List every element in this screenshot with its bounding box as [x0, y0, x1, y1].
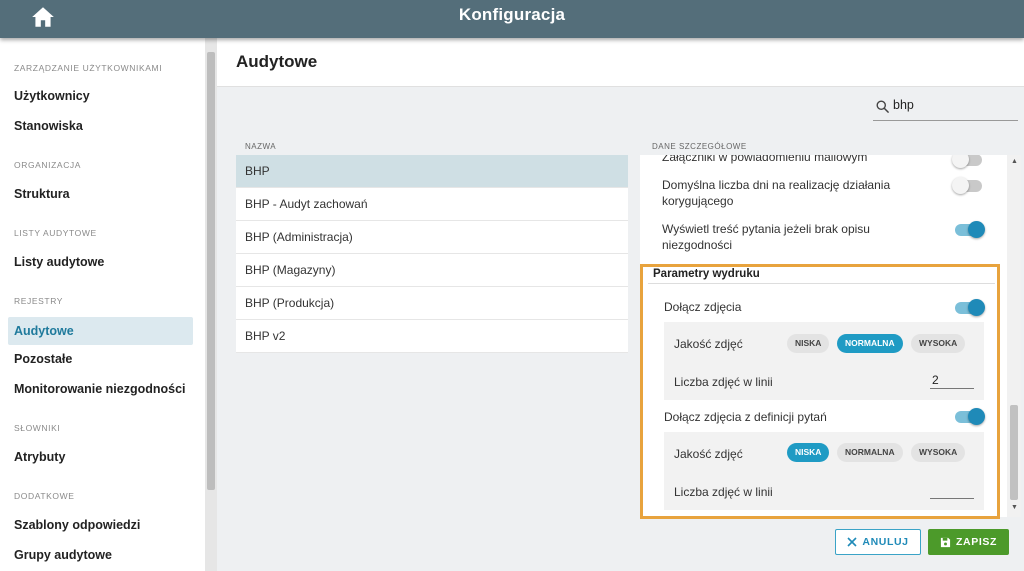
toggle-knob: [952, 155, 969, 168]
sidebar-item-users[interactable]: Użytkownicy: [14, 89, 90, 103]
details-scrollbar-thumb[interactable]: [1010, 405, 1018, 500]
quality-high-chip[interactable]: WYSOKA: [911, 334, 966, 353]
include-photos-toggle[interactable]: [955, 299, 985, 316]
sidebar-item-other[interactable]: Pozostałe: [14, 352, 72, 366]
list-column-label: NAZWA: [245, 142, 277, 151]
print-parameters-title: Parametry wydruku: [653, 268, 760, 280]
quality-normal-chip[interactable]: NORMALNA: [837, 443, 903, 462]
include-question-photos-label: Dołącz zdjęcia z definicji pytań: [664, 410, 827, 424]
sidebar-item-positions[interactable]: Stanowiska: [14, 119, 83, 133]
save-button-label: ZAPISZ: [956, 536, 997, 548]
mail-attachments-toggle[interactable]: [952, 155, 982, 168]
app-title: Konfiguracja: [458, 5, 566, 24]
photo-quality-label: Jakość zdjęć: [674, 447, 743, 461]
list-item[interactable]: BHP (Magazyny): [236, 254, 628, 287]
sidebar-scrollbar[interactable]: [205, 38, 217, 571]
show-question-text-toggle[interactable]: [955, 221, 985, 238]
top-bar: Konfiguracja: [0, 0, 1024, 38]
sidebar-item-structure[interactable]: Struktura: [14, 187, 70, 201]
photos-per-line-input[interactable]: [930, 482, 974, 499]
register-list: BHP BHP - Audyt zachowań BHP (Administra…: [236, 155, 628, 353]
photos-per-line-input[interactable]: [930, 372, 974, 389]
sidebar-section-additional: DODATKOWE: [14, 491, 75, 501]
sidebar-item-attributes[interactable]: Atrybuty: [14, 450, 65, 464]
save-button[interactable]: ZAPISZ: [928, 529, 1009, 555]
sidebar-item-audit-lists[interactable]: Listy audytowe: [14, 255, 104, 269]
search-input[interactable]: [893, 98, 1008, 112]
save-icon: [940, 537, 951, 547]
include-photos-label: Dołącz zdjęcia: [664, 300, 742, 314]
sidebar-section-registers: REJESTRY: [14, 296, 64, 306]
sidebar-scrollbar-thumb[interactable]: [207, 52, 215, 490]
page-title: Audytowe: [236, 52, 318, 71]
sidebar-section-dictionaries: SŁOWNIKI: [14, 423, 61, 433]
quality-low-chip[interactable]: NISKA: [787, 334, 830, 353]
toggle-knob: [968, 299, 985, 316]
photo-quality-label: Jakość zdjęć: [674, 337, 743, 351]
sidebar-item-nonconformity-monitoring[interactable]: Monitorowanie niezgodności: [14, 382, 186, 396]
main-header: Audytowe: [217, 38, 1024, 87]
quality-normal-chip[interactable]: NORMALNA: [837, 334, 903, 353]
sidebar: ZARZĄDZANIE UŻYTKOWNIKAMI Użytkownicy St…: [0, 38, 205, 571]
search-icon: [876, 100, 889, 113]
quality-high-chip[interactable]: WYSOKA: [911, 443, 966, 462]
sidebar-section-user-management: ZARZĄDZANIE UŻYTKOWNIKAMI: [14, 63, 163, 73]
search-box[interactable]: [873, 95, 1018, 121]
sidebar-item-audit-registers[interactable]: Audytowe: [8, 317, 193, 345]
cancel-button-label: ANULUJ: [862, 536, 909, 548]
sidebar-section-audit-lists: LISTY AUDYTOWE: [14, 228, 97, 238]
sidebar-item-audit-groups[interactable]: Grupy audytowe: [14, 548, 112, 562]
details-column-label: DANE SZCZEGÓŁOWE: [652, 142, 747, 151]
list-item[interactable]: BHP (Administracja): [236, 221, 628, 254]
toggle-knob: [968, 408, 985, 425]
list-item[interactable]: BHP: [236, 155, 628, 188]
setting-label-mail-attachments: Załączniki w powiadomieniu mailowym: [662, 155, 868, 164]
scroll-down-icon[interactable]: ▼: [1011, 504, 1018, 511]
close-icon: [847, 537, 857, 547]
list-item[interactable]: BHP - Audyt zachowań: [236, 188, 628, 221]
divider: [648, 283, 995, 284]
list-item[interactable]: BHP (Produkcja): [236, 287, 628, 320]
sidebar-section-organization: ORGANIZACJA: [14, 160, 82, 170]
toggle-knob: [968, 221, 985, 238]
sidebar-item-answer-templates[interactable]: Szablony odpowiedzi: [14, 518, 140, 532]
setting-label-corrective-action-days: Domyślna liczba dni na realizację działa…: [662, 178, 891, 208]
scroll-up-icon[interactable]: ▲: [1011, 158, 1018, 165]
toggle-knob: [952, 177, 969, 194]
list-item[interactable]: BHP v2: [236, 320, 628, 353]
cancel-button[interactable]: ANULUJ: [835, 529, 921, 555]
quality-low-chip[interactable]: NISKA: [787, 443, 830, 462]
details-scrollbar[interactable]: ▲ ▼: [1007, 155, 1021, 517]
photos-per-line-label: Liczba zdjęć w linii: [674, 485, 773, 499]
setting-label-show-question-text: Wyświetl treść pytania jeżeli brak opisu…: [662, 222, 870, 252]
photos-per-line-label: Liczba zdjęć w linii: [674, 375, 773, 389]
corrective-action-days-toggle[interactable]: [952, 177, 982, 194]
include-question-photos-toggle[interactable]: [955, 408, 985, 425]
